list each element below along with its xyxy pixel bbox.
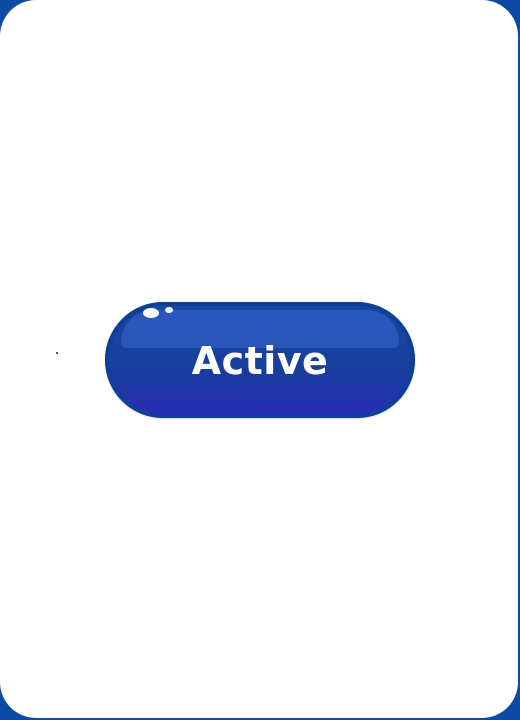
card-panel: Active (0, 0, 518, 718)
gloss-bubble-small-icon (165, 307, 173, 313)
button-label: Active (191, 339, 329, 383)
active-button[interactable]: Active (105, 302, 415, 418)
stray-dot (56, 352, 58, 354)
gloss-bubble-icon (143, 308, 159, 318)
